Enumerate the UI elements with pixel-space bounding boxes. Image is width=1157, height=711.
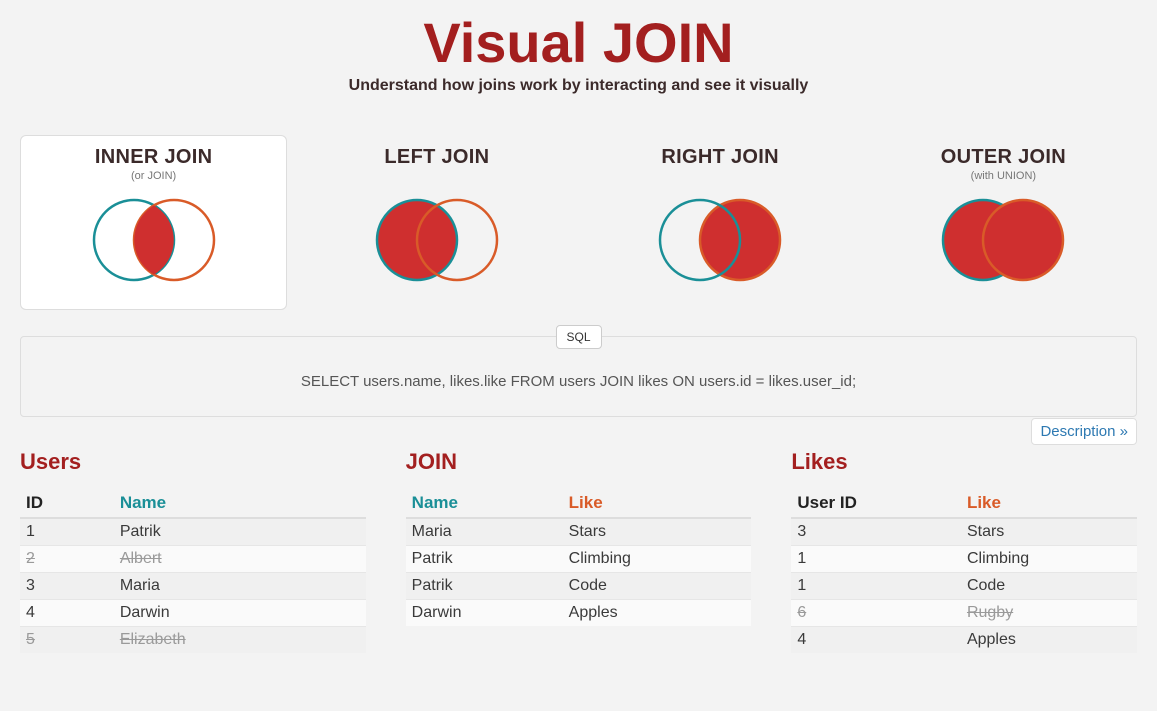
- cell-like: Stars: [563, 518, 752, 546]
- users-title: Users: [20, 449, 366, 475]
- sql-query-text: SELECT users.name, likes.like FROM users…: [41, 373, 1116, 390]
- join-table: Name Like Maria StarsPatrik ClimbingPatr…: [406, 489, 752, 626]
- cell-id: 5: [20, 627, 114, 654]
- join-card-right[interactable]: RIGHT JOIN: [587, 135, 854, 310]
- table-row: 2 Albert: [20, 546, 366, 573]
- join-header-like: Like: [563, 489, 752, 518]
- likes-title: Likes: [791, 449, 1137, 475]
- cell-userid: 6: [791, 600, 961, 627]
- likes-table: User ID Like 3 Stars1 Climbing1 Code6 Ru…: [791, 489, 1137, 653]
- join-card-note: (with UNION): [877, 170, 1130, 184]
- venn-inner-icon: [69, 190, 239, 290]
- cell-userid: 4: [791, 627, 961, 654]
- sql-badge: SQL: [555, 325, 601, 349]
- table-row: 4 Apples: [791, 627, 1137, 654]
- join-card-title: INNER JOIN: [27, 146, 280, 169]
- table-row: 3 Maria: [20, 573, 366, 600]
- join-card-note: (or JOIN): [27, 170, 280, 184]
- table-row: 6 Rugby: [791, 600, 1137, 627]
- sql-panel: SQL SELECT users.name, likes.like FROM u…: [20, 336, 1137, 417]
- cell-like: Code: [961, 573, 1137, 600]
- table-row: Maria Stars: [406, 518, 752, 546]
- table-row: 1 Code: [791, 573, 1137, 600]
- venn-left-icon: [352, 190, 522, 290]
- likes-header-like: Like: [961, 489, 1137, 518]
- table-row: 3 Stars: [791, 518, 1137, 546]
- join-type-selector: INNER JOIN (or JOIN) LEFT JOIN RIGHT JOI…: [20, 135, 1137, 310]
- cell-like: Climbing: [563, 546, 752, 573]
- join-title: JOIN: [406, 449, 752, 475]
- likes-header-userid: User ID: [791, 489, 961, 518]
- table-row: Patrik Climbing: [406, 546, 752, 573]
- join-card-title: RIGHT JOIN: [594, 146, 847, 169]
- join-column: JOIN Name Like Maria StarsPatrik Climbin…: [406, 449, 752, 653]
- page-title: Visual JOIN: [20, 10, 1137, 75]
- join-card-title: OUTER JOIN: [877, 146, 1130, 169]
- join-card-note: [310, 170, 563, 184]
- users-table: ID Name 1 Patrik2 Albert3 Maria4 Darwin5…: [20, 489, 366, 653]
- cell-like: Stars: [961, 518, 1137, 546]
- cell-id: 3: [20, 573, 114, 600]
- cell-userid: 3: [791, 518, 961, 546]
- cell-name: Darwin: [114, 600, 366, 627]
- cell-name: Maria: [406, 518, 563, 546]
- join-card-title: LEFT JOIN: [310, 146, 563, 169]
- venn-outer-icon: [918, 190, 1088, 290]
- cell-like: Apples: [961, 627, 1137, 654]
- cell-name: Albert: [114, 546, 366, 573]
- cell-like: Rugby: [961, 600, 1137, 627]
- description-link[interactable]: Description »: [1031, 418, 1137, 445]
- table-row: 1 Climbing: [791, 546, 1137, 573]
- cell-id: 2: [20, 546, 114, 573]
- users-header-id: ID: [20, 489, 114, 518]
- join-card-left[interactable]: LEFT JOIN: [303, 135, 570, 310]
- join-card-outer[interactable]: OUTER JOIN (with UNION): [870, 135, 1137, 310]
- table-row: Patrik Code: [406, 573, 752, 600]
- join-card-inner[interactable]: INNER JOIN (or JOIN): [20, 135, 287, 310]
- users-column: Users ID Name 1 Patrik2 Albert3 Maria4 D…: [20, 449, 366, 653]
- table-row: 5 Elizabeth: [20, 627, 366, 654]
- tables-row: Users ID Name 1 Patrik2 Albert3 Maria4 D…: [20, 449, 1137, 653]
- join-card-note: [594, 170, 847, 184]
- cell-id: 1: [20, 518, 114, 546]
- page-subtitle: Understand how joins work by interacting…: [20, 77, 1137, 95]
- cell-name: Patrik: [406, 573, 563, 600]
- users-header-name: Name: [114, 489, 366, 518]
- cell-like: Apples: [563, 600, 752, 627]
- cell-like: Code: [563, 573, 752, 600]
- table-row: 4 Darwin: [20, 600, 366, 627]
- page-header: Visual JOIN Understand how joins work by…: [20, 0, 1137, 95]
- cell-name: Maria: [114, 573, 366, 600]
- cell-name: Darwin: [406, 600, 563, 627]
- cell-name: Patrik: [406, 546, 563, 573]
- cell-name: Patrik: [114, 518, 366, 546]
- cell-like: Climbing: [961, 546, 1137, 573]
- cell-name: Elizabeth: [114, 627, 366, 654]
- likes-column: Likes User ID Like 3 Stars1 Climbing1 Co…: [791, 449, 1137, 653]
- cell-userid: 1: [791, 573, 961, 600]
- table-row: 1 Patrik: [20, 518, 366, 546]
- venn-right-icon: [635, 190, 805, 290]
- cell-userid: 1: [791, 546, 961, 573]
- join-header-name: Name: [406, 489, 563, 518]
- cell-id: 4: [20, 600, 114, 627]
- table-row: Darwin Apples: [406, 600, 752, 627]
